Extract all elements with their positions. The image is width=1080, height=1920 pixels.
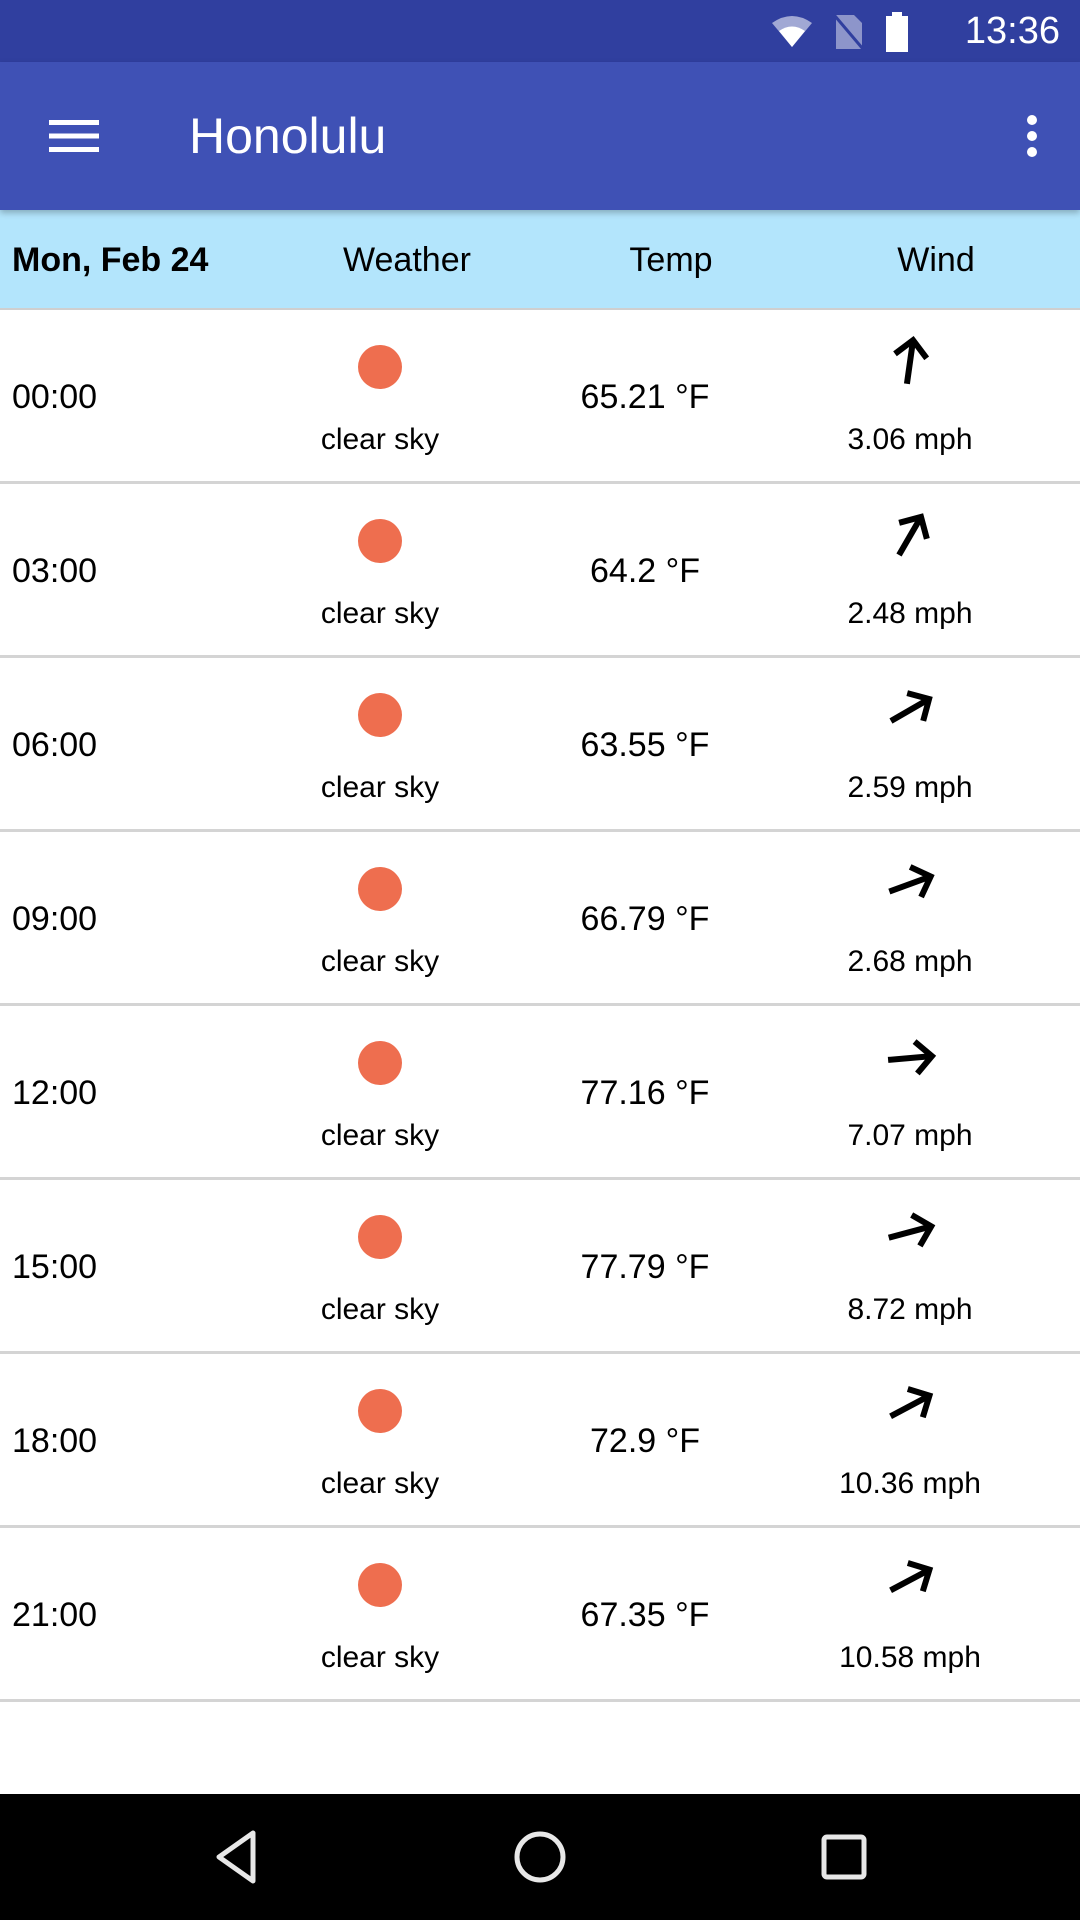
forecast-row[interactable]: 03:00 clear sky 64.2 °F 2.48 mph	[0, 484, 1080, 658]
temperature: 77.16 °F	[580, 1074, 710, 1112]
weather-cell: clear sky	[280, 832, 480, 1006]
weather-cell: clear sky	[280, 1180, 480, 1354]
forecast-list[interactable]: 00:00 clear sky 65.21 °F 3.06 mph 03:00 clear…	[0, 310, 1080, 1702]
table-header: Mon, Feb 24 Weather Temp Wind	[0, 210, 1080, 310]
clear-sky-icon	[358, 1041, 402, 1085]
temperature: 66.79 °F	[580, 900, 710, 938]
weather-description: clear sky	[320, 423, 440, 456]
overflow-menu-button[interactable]	[1000, 104, 1064, 168]
clear-sky-icon	[358, 1389, 402, 1433]
temperature: 63.55 °F	[580, 726, 710, 764]
menu-button[interactable]	[28, 106, 120, 166]
forecast-row[interactable]: 06:00 clear sky 63.55 °F 2.59 mph	[0, 658, 1080, 832]
wind-speed: 8.72 mph	[847, 1293, 973, 1326]
forecast-row[interactable]: 21:00 clear sky 67.35 °F 10.58 mph	[0, 1528, 1080, 1702]
wind-speed: 2.59 mph	[847, 771, 973, 804]
recents-button[interactable]	[804, 1817, 884, 1897]
back-icon	[216, 1830, 256, 1884]
wind-cell: 2.68 mph	[810, 832, 1010, 1006]
temperature: 67.35 °F	[580, 1596, 710, 1634]
clear-sky-icon	[358, 867, 402, 911]
weather-cell: clear sky	[280, 658, 480, 832]
wind-direction-arrow-icon	[889, 1560, 934, 1593]
no-sim-icon	[833, 15, 865, 50]
wind-cell: 3.06 mph	[810, 310, 1010, 484]
weather-cell: clear sky	[280, 310, 480, 484]
clear-sky-icon	[358, 519, 402, 563]
forecast-time: 09:00	[12, 900, 98, 938]
navigation-bar	[0, 1794, 1080, 1920]
wind-speed: 2.68 mph	[847, 945, 973, 978]
forecast-time: 06:00	[12, 726, 98, 764]
wind-direction-arrow-icon	[887, 1039, 937, 1076]
clear-sky-icon	[358, 1215, 402, 1259]
wind-speed: 7.07 mph	[847, 1119, 973, 1152]
wind-cell: 10.58 mph	[810, 1528, 1010, 1702]
forecast-time: 12:00	[12, 1074, 98, 1112]
status-bar: 13:36	[0, 0, 1080, 62]
weather-description: clear sky	[320, 1641, 440, 1674]
wind-direction-arrow-icon	[896, 513, 930, 557]
forecast-row[interactable]: 12:00 clear sky 77.16 °F 7.07 mph	[0, 1006, 1080, 1180]
clear-sky-icon	[358, 693, 402, 737]
forecast-time: 15:00	[12, 1248, 98, 1286]
wind-speed: 3.06 mph	[847, 423, 973, 456]
clear-sky-icon	[358, 345, 402, 389]
weather-description: clear sky	[320, 1467, 440, 1500]
wind-cell: 2.48 mph	[810, 484, 1010, 658]
forecast-time: 00:00	[12, 378, 98, 416]
wind-direction-arrow-icon	[893, 336, 930, 385]
weather-cell: clear sky	[280, 484, 480, 658]
wind-cell: 7.07 mph	[810, 1006, 1010, 1180]
app-bar: Honolulu	[0, 62, 1080, 210]
wind-direction-arrow-icon	[887, 1212, 936, 1248]
home-icon	[514, 1831, 566, 1883]
forecast-time: 21:00	[12, 1596, 98, 1634]
wifi-icon	[772, 16, 812, 47]
wind-cell: 10.36 mph	[810, 1354, 1010, 1528]
forecast-row[interactable]: 15:00 clear sky 77.79 °F 8.72 mph	[0, 1180, 1080, 1354]
temperature: 77.79 °F	[580, 1248, 710, 1286]
temperature: 64.2 °F	[590, 552, 700, 590]
list-bottom-space	[0, 1702, 1080, 1794]
weather-cell: clear sky	[280, 1006, 480, 1180]
temperature: 65.21 °F	[580, 378, 710, 416]
status-time: 13:36	[964, 10, 1060, 52]
forecast-time: 18:00	[12, 1422, 98, 1460]
weather-description: clear sky	[320, 771, 440, 804]
forecast-time: 03:00	[12, 552, 98, 590]
status-icons	[770, 12, 910, 52]
wind-direction-arrow-icon	[889, 1386, 934, 1419]
wind-speed: 10.58 mph	[839, 1641, 981, 1674]
more-vert-icon	[1027, 115, 1037, 157]
weather-description: clear sky	[320, 1119, 440, 1152]
weather-description: clear sky	[320, 597, 440, 630]
forecast-row[interactable]: 09:00 clear sky 66.79 °F 2.68 mph	[0, 832, 1080, 1006]
weather-cell: clear sky	[280, 1354, 480, 1528]
wind-direction-arrow-icon	[889, 690, 933, 724]
battery-icon	[886, 12, 908, 52]
wind-direction-arrow-icon	[888, 864, 935, 899]
forecast-row[interactable]: 18:00 clear sky 72.9 °F 10.36 mph	[0, 1354, 1080, 1528]
wind-column-header: Wind	[897, 241, 975, 279]
wind-speed: 10.36 mph	[839, 1467, 981, 1500]
temperature: 72.9 °F	[590, 1422, 700, 1460]
wind-speed: 2.48 mph	[847, 597, 973, 630]
hamburger-menu-icon	[49, 120, 99, 152]
page-title: Honolulu	[189, 108, 387, 164]
home-button[interactable]	[500, 1817, 580, 1897]
weather-description: clear sky	[320, 1293, 440, 1326]
forecast-row[interactable]: 00:00 clear sky 65.21 °F 3.06 mph	[0, 310, 1080, 484]
wind-cell: 2.59 mph	[810, 658, 1010, 832]
back-button[interactable]	[196, 1817, 276, 1897]
wind-cell: 8.72 mph	[810, 1180, 1010, 1354]
clear-sky-icon	[358, 1563, 402, 1607]
recents-icon	[821, 1834, 867, 1880]
weather-description: clear sky	[320, 945, 440, 978]
weather-cell: clear sky	[280, 1528, 480, 1702]
